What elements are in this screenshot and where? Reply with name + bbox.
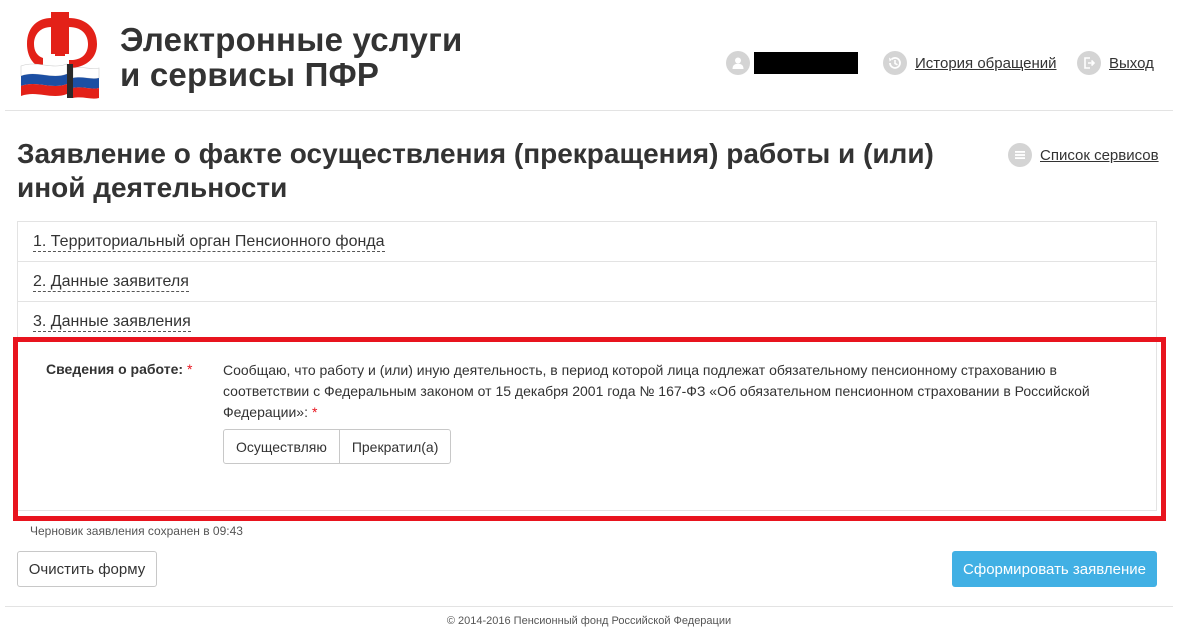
work-info-statement-text: Сообщаю, что работу и (или) иную деятель… — [223, 362, 1090, 420]
services-list-link[interactable]: Список сервисов — [1008, 143, 1159, 167]
footer-divider — [5, 606, 1173, 607]
exit-icon — [1077, 51, 1101, 75]
section-applicant-data[interactable]: 2. Данные заявителя — [18, 262, 1156, 302]
site-title-line-2: и сервисы ПФР — [120, 56, 380, 93]
history-link-label: История обращений — [915, 54, 1057, 72]
section-application-data[interactable]: 3. Данные заявления — [18, 302, 1156, 342]
work-info-label: Сведения о работе: * — [46, 361, 193, 377]
section-territorial-body[interactable]: 1. Территориальный орган Пенсионного фон… — [18, 222, 1156, 262]
work-info-statement: Сообщаю, что работу и (или) иную деятель… — [223, 360, 1138, 423]
site-header: Электронные услуги и сервисы ПФР История… — [0, 0, 1178, 112]
copyright: © 2014-2016 Пенсионный фонд Российской Ф… — [446, 615, 732, 627]
history-link[interactable]: История обращений — [883, 51, 1057, 75]
list-icon — [1008, 143, 1032, 167]
required-mark: * — [311, 404, 318, 420]
page-title: Заявление о факте осуществления (прекращ… — [17, 137, 977, 205]
section-title[interactable]: 1. Территориальный орган Пенсионного фон… — [33, 232, 385, 252]
history-icon — [883, 51, 907, 75]
site-title: Электронные услуги и сервисы ПФР — [120, 22, 463, 92]
required-mark: * — [187, 361, 193, 377]
option-stopped-button[interactable]: Прекратил(а) — [338, 430, 451, 463]
clear-form-button[interactable]: Очистить форму — [17, 551, 157, 587]
header-divider — [5, 110, 1173, 111]
section-title[interactable]: 3. Данные заявления — [33, 312, 191, 332]
pfr-logo-icon[interactable] — [17, 8, 105, 102]
site-title-line-1: Электронные услуги — [120, 21, 463, 58]
page-title-line-2: иной деятельности — [17, 172, 288, 203]
draft-saved-status: Черновик заявления сохранен в 09:43 — [30, 524, 243, 538]
user-name-redacted — [754, 52, 858, 74]
work-info-label-text: Сведения о работе: — [46, 361, 184, 377]
section-title[interactable]: 2. Данные заявителя — [33, 272, 189, 292]
exit-link-label: Выход — [1109, 54, 1154, 72]
exit-link[interactable]: Выход — [1077, 51, 1154, 75]
page-title-line-1: Заявление о факте осуществления (прекращ… — [17, 138, 934, 169]
services-list-link-label: Список сервисов — [1040, 146, 1159, 164]
generate-application-button[interactable]: Сформировать заявление — [952, 551, 1157, 587]
user-block[interactable] — [726, 51, 858, 75]
option-working-button[interactable]: Осуществляю — [224, 430, 339, 463]
user-icon — [726, 51, 750, 75]
work-status-toggle: Осуществляю Прекратил(а) — [223, 429, 452, 464]
